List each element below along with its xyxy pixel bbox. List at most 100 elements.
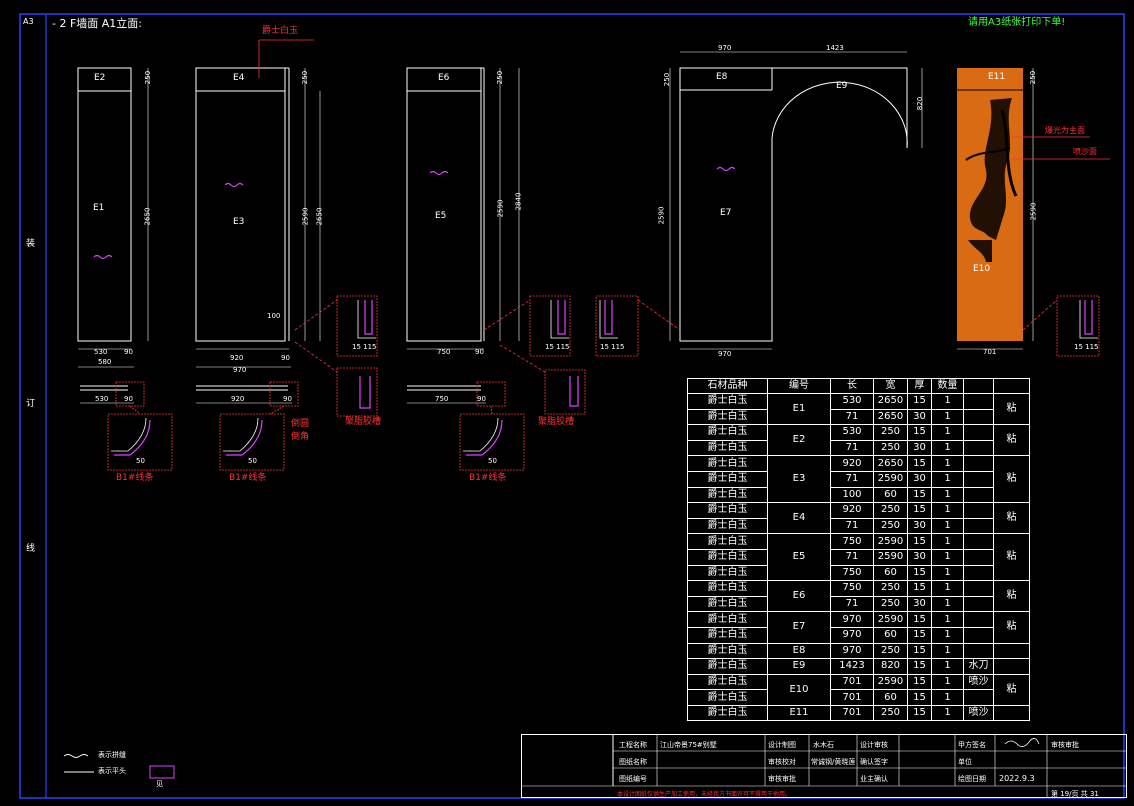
cell-thickness: 30	[907, 470, 932, 488]
cell-process	[963, 533, 994, 550]
cell-thickness: 15	[907, 533, 932, 550]
print-note: 请用A3纸张打印下单!	[968, 17, 1066, 28]
cell-thickness: 30	[907, 408, 932, 426]
cell-stone-type: 爵士白玉	[687, 486, 768, 504]
cell-stone-type: 爵士白玉	[687, 595, 768, 613]
cell-width: 2590	[873, 611, 908, 628]
legend-box-label: 见	[156, 780, 163, 788]
header-code: 编号	[767, 378, 831, 394]
cell-stone-type: 爵士白玉	[687, 533, 768, 550]
table-row: 爵士白玉 E3 920 2650 15 1 粘	[687, 455, 1030, 504]
margin-char-1: 装	[26, 239, 36, 249]
dim-plan-e3-return: 90	[283, 395, 292, 403]
cell-thickness: 15	[907, 580, 932, 597]
cell-process	[963, 626, 994, 644]
cell-width: 250	[873, 595, 908, 613]
cell-width: 250	[873, 517, 908, 535]
tb-unit-label: 单位	[958, 758, 972, 766]
tb-approver-sign: 审核审批	[1051, 741, 1079, 749]
cell-width: 60	[873, 486, 908, 504]
cell-note: 粘	[993, 502, 1030, 535]
cell-process: 喷沙	[963, 673, 994, 691]
tb-project-value: 江山帝景75#别墅	[660, 741, 717, 749]
cell-length: 530	[830, 393, 874, 410]
label-e4: E4	[233, 73, 245, 83]
cell-qty: 1	[931, 689, 964, 706]
cell-width: 2590	[873, 548, 908, 566]
cell-qty: 1	[931, 486, 964, 504]
cell-width: 250	[873, 580, 908, 597]
dim-e9-height: 820	[916, 96, 925, 111]
dim-e10-height: 2590	[1029, 202, 1038, 221]
cell-length: 71	[830, 439, 874, 457]
cell-process	[963, 424, 994, 441]
dim-e7-height: 2590	[657, 206, 666, 225]
cell-thickness: 15	[907, 673, 932, 691]
header-length: 长	[830, 378, 874, 394]
dim-e3-notch: 100	[267, 312, 281, 320]
cell-process	[963, 548, 994, 566]
cell-process	[963, 517, 994, 535]
cell-thickness: 15	[907, 642, 932, 660]
cell-code: E7	[767, 611, 831, 644]
dim-e10-width: 701	[983, 348, 997, 356]
cell-stone-type: 爵士白玉	[687, 517, 768, 535]
tb-drawing-label: 图纸名称	[619, 758, 647, 766]
cell-width: 60	[873, 689, 908, 706]
cell-width: 2650	[873, 455, 908, 472]
dim-detail-b1-b: 50	[248, 457, 257, 465]
panel-e1-outline	[77, 67, 132, 342]
margin-char-2: 订	[26, 399, 36, 409]
cell-stone-type: 爵士白玉	[687, 470, 768, 488]
cell-stone-type: 爵士白玉	[687, 689, 768, 706]
panel-e3-outline	[195, 67, 286, 342]
cell-process	[963, 689, 994, 706]
title-block: 工程名称 江山帝景75#别墅 图纸名称 图纸编号 设计制图 水木石 审核校对 常…	[521, 734, 1127, 798]
cell-thickness: 15	[907, 658, 932, 675]
table-row: 爵士白玉 E2 530 250 15 1 粘	[687, 424, 1030, 457]
cell-qty: 1	[931, 626, 964, 644]
cell-process	[963, 408, 994, 426]
cell-note	[993, 642, 1030, 660]
cell-thickness: 15	[907, 564, 932, 582]
header-process	[963, 378, 994, 394]
cell-qty: 1	[931, 393, 964, 410]
panel-e7-e9-outline	[679, 67, 908, 342]
cell-process	[963, 564, 994, 582]
table-row: 爵士白玉 71 250 30 1	[687, 439, 1030, 457]
cell-process	[963, 455, 994, 472]
dim-plan-e1-width: 530	[95, 395, 109, 403]
dim-plan-e1-return: 90	[124, 395, 133, 403]
cell-qty: 1	[931, 642, 964, 660]
callout-stair-detail-2: 聚脂胶槽	[538, 417, 575, 427]
dim-e5-total: 2840	[514, 192, 523, 211]
tb-checker-label: 审核校对	[768, 758, 796, 766]
tb-designer-value: 水木石	[813, 741, 834, 749]
header-thickness: 厚	[907, 378, 932, 394]
cell-width: 250	[873, 642, 908, 660]
table-row: 爵士白玉 E6 750 250 15 1 粘	[687, 580, 1030, 613]
cell-code: E9	[767, 658, 831, 675]
cell-length: 701	[830, 673, 874, 691]
tb-designer-label: 设计制图	[768, 741, 796, 749]
table-row: 爵士白玉 71 2650 30 1	[687, 408, 1030, 426]
cell-note: 粘	[993, 392, 1030, 426]
dim-detail-e7: 15 115	[600, 343, 625, 351]
table-row: 爵士白玉 E11 701 250 15 1 喷沙	[687, 704, 1030, 722]
cell-process	[963, 502, 994, 519]
dim-e1-height: 2650	[143, 207, 152, 226]
cell-length: 920	[830, 502, 874, 519]
dim-e3-total: 2650	[315, 207, 324, 226]
cell-stone-type: 爵士白玉	[687, 704, 768, 722]
cell-process	[963, 611, 994, 628]
header-note	[993, 378, 1030, 394]
dim-e2-height: 250	[144, 70, 153, 85]
dim-e5-height: 2590	[496, 199, 505, 218]
dim-e8-width: 970	[718, 44, 732, 52]
cell-width: 2590	[873, 533, 908, 550]
cell-process	[963, 393, 994, 410]
cell-qty: 1	[931, 470, 964, 488]
dim-e1-width: 530	[94, 348, 108, 356]
cell-code: E2	[767, 424, 831, 457]
dim-e3-height: 2590	[301, 207, 310, 226]
